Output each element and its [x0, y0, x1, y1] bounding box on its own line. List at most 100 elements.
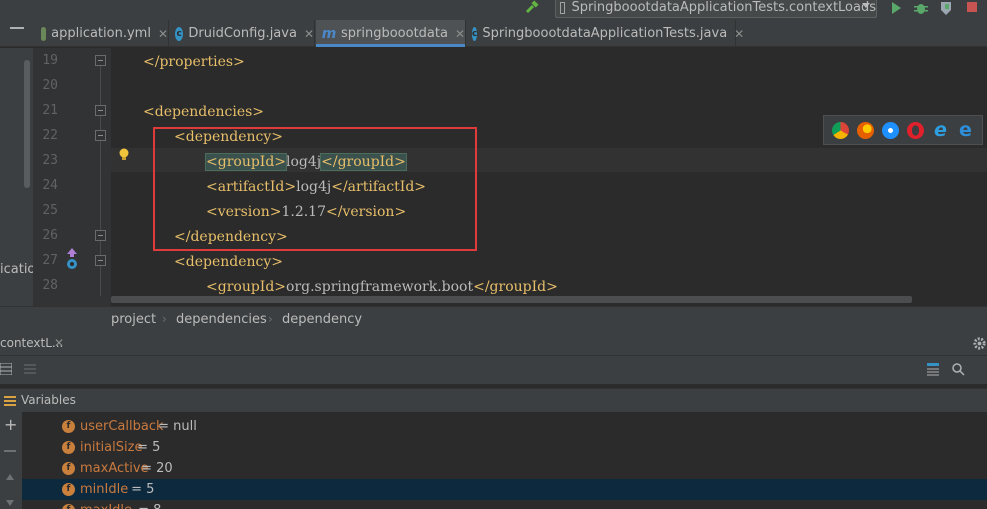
close-icon[interactable]: ✕ [158, 27, 168, 41]
class-icon: c [175, 26, 184, 41]
close-icon[interactable]: ✕ [455, 27, 465, 41]
tab-druidconfig-java[interactable]: c DruidConfig.java ✕ [169, 20, 315, 47]
project-tool-strip: ication [0, 48, 44, 306]
browser-preview-bar: e e [823, 115, 983, 145]
horizontal-scrollbar[interactable] [111, 296, 912, 303]
opera-icon[interactable] [907, 121, 924, 139]
collapse-icon[interactable] [10, 27, 24, 29]
variable-value: = 20 [137, 461, 173, 476]
field-icon: f [62, 483, 75, 496]
remove-watch-icon[interactable] [4, 450, 16, 452]
code-line-28[interactable]: <groupId>org.springframework.boot</group… [206, 277, 558, 297]
debug-tab-bar: contextL... ✕ [0, 332, 987, 356]
code-editor[interactable]: ication 19 20 21 22 23 24 25 26 27 28 </… [0, 48, 987, 306]
code-line-19[interactable]: </properties> [143, 52, 245, 72]
move-up-icon[interactable] [6, 474, 14, 480]
variables-title: Variables [21, 393, 76, 407]
code-line-27[interactable]: <dependency> [174, 252, 283, 272]
highlight-annotation-box [153, 127, 477, 251]
list-item[interactable]: f maxIdle = 8 [22, 500, 987, 509]
chevron-down-icon [862, 3, 870, 8]
variable-value: = 5 [127, 482, 155, 497]
line-number: 27 [42, 253, 58, 268]
tab-label: application.yml [51, 26, 151, 41]
field-icon: f [62, 462, 75, 475]
fold-marker[interactable] [95, 105, 106, 116]
variable-value: = null [154, 419, 197, 434]
code-line-21[interactable]: <dependencies> [143, 102, 264, 122]
tab-application-yml[interactable]: application.yml ✕ [35, 20, 169, 47]
variable-name: maxIdle [80, 503, 132, 509]
watch-icon[interactable] [951, 362, 966, 376]
gear-icon[interactable] [972, 336, 987, 351]
lightbulb-icon[interactable] [118, 148, 130, 162]
breadcrumb-item[interactable]: project [111, 312, 156, 327]
debug-toolbar [0, 356, 987, 384]
close-icon[interactable]: ✕ [734, 27, 744, 41]
frames-icon[interactable] [0, 363, 12, 375]
layout-icon[interactable] [926, 362, 940, 376]
main-toolbar: SpringboootdataApplicationTests.contextL… [0, 0, 987, 20]
run-configuration-label: SpringboootdataApplicationTests.contextL… [571, 0, 876, 15]
list-item[interactable]: f userCallback = null [22, 416, 987, 437]
breadcrumb: project › dependencies › dependency [0, 306, 987, 332]
xml-tag: <dependency> [174, 254, 283, 270]
ie-icon[interactable]: e [932, 120, 949, 139]
test-class-icon: c [472, 26, 478, 41]
tab-springboootdata[interactable]: m springboootdata ✕ [316, 20, 466, 47]
line-number: 19 [42, 53, 58, 68]
run-icon[interactable] [888, 0, 904, 16]
line-number: 23 [42, 153, 58, 168]
editor-tab-bar: application.yml ✕ c DruidConfig.java ✕ m… [0, 20, 987, 47]
tab-label: SpringboootdataApplicationTests.java [482, 26, 728, 41]
line-number: 20 [42, 78, 58, 93]
fold-marker[interactable] [95, 130, 106, 141]
list-item[interactable]: f initialSize = 5 [22, 437, 987, 458]
firefox-icon[interactable] [857, 121, 874, 139]
tab-label: springboootdata [341, 26, 448, 41]
breadcrumb-item[interactable]: dependencies [176, 312, 267, 327]
hammer-icon[interactable] [524, 0, 540, 16]
variables-icon [4, 396, 16, 406]
breadcrumb-item[interactable]: dependency [282, 312, 362, 327]
run-configuration-select[interactable]: SpringboootdataApplicationTests.contextL… [555, 0, 877, 18]
variables-panel-header: Variables [0, 388, 987, 412]
list-item[interactable]: f maxActive = 20 [22, 458, 987, 479]
variable-name: minIdle [80, 482, 129, 497]
project-scrollbar[interactable] [24, 60, 30, 188]
configuration-icon [560, 2, 566, 14]
override-marker-icon[interactable] [65, 248, 79, 270]
threads-icon[interactable] [24, 363, 36, 375]
safari-icon[interactable] [882, 121, 899, 139]
debug-icon[interactable] [913, 0, 929, 16]
edge-icon[interactable]: e [957, 120, 974, 139]
line-number: 22 [42, 128, 58, 143]
fold-marker[interactable] [95, 55, 106, 66]
line-number: 24 [42, 178, 58, 193]
fold-marker[interactable] [95, 255, 106, 266]
list-item[interactable]: f minIdle = 5 [22, 479, 987, 500]
chevron-right-icon: › [268, 312, 273, 326]
close-icon[interactable]: ✕ [54, 336, 64, 350]
stop-icon[interactable] [964, 0, 980, 16]
coverage-icon[interactable] [938, 0, 954, 16]
tab-label: DruidConfig.java [188, 26, 297, 41]
xml-value: org.springframework.boot [286, 279, 474, 295]
line-number: 21 [42, 103, 58, 118]
variable-name: userCallback [80, 419, 164, 434]
xml-tag: <dependencies> [143, 104, 265, 120]
yml-icon [41, 26, 47, 41]
move-down-icon[interactable] [6, 500, 14, 506]
field-icon: f [62, 504, 75, 509]
line-number: 25 [42, 203, 58, 218]
add-watch-icon[interactable]: + [4, 417, 17, 433]
maven-icon: m [321, 25, 337, 42]
line-number: 26 [42, 228, 58, 243]
field-icon: f [62, 441, 75, 454]
fold-marker[interactable] [95, 230, 106, 241]
chevron-right-icon: › [162, 312, 167, 326]
xml-tag: </groupId> [473, 279, 558, 295]
chrome-icon[interactable] [832, 121, 849, 139]
tab-springboootdata-application-tests[interactable]: c SpringboootdataApplicationTests.java ✕ [466, 20, 744, 47]
close-icon[interactable]: ✕ [304, 27, 314, 41]
